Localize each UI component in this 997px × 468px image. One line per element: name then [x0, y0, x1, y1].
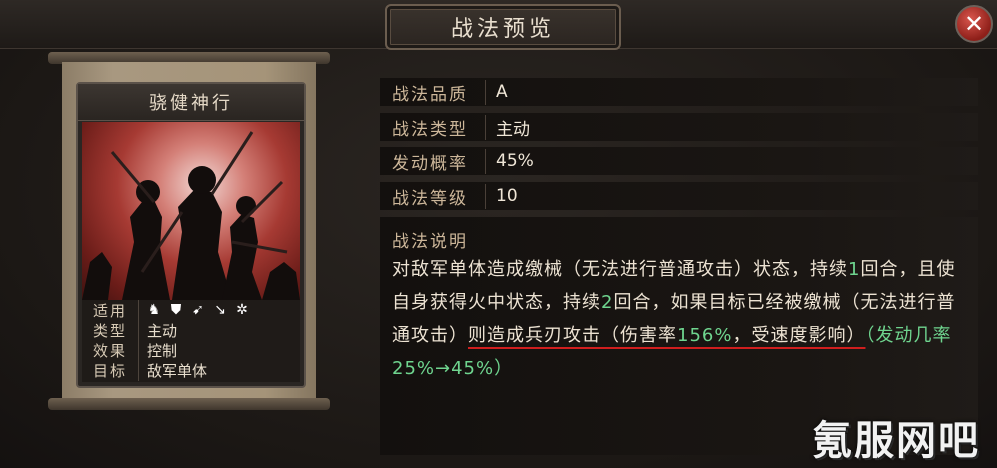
info-key: 效果 — [82, 339, 139, 361]
close-button[interactable]: ✕ — [955, 5, 993, 43]
desc-part4: 则造成兵刃攻击（伤害率 — [468, 325, 677, 346]
info-value: 主动 — [147, 321, 178, 340]
chariot-icon: ✲ — [236, 302, 248, 318]
shield-icon: ⛊ — [170, 302, 182, 318]
attr-row-type: 战法类型 主动 — [380, 113, 978, 141]
tactic-card-info: 适用 ♞ ⛊ ➹ ↘ ✲ 类型 主动 效果 控制 目标 敌军单体 — [82, 299, 300, 382]
attr-key: 战法品质 — [380, 79, 486, 105]
cavalry-icon: ♞ — [147, 302, 161, 318]
info-key: 类型 — [82, 319, 139, 341]
attr-value: 主动 — [496, 119, 530, 140]
tactic-card: 骁健神行 适用 ♞ ⛊ ➹ ↘ ✲ 类型 主动 效果 控制 目标 敌军单体 — [76, 82, 306, 388]
description-title: 战法说明 — [392, 232, 468, 252]
close-icon: ✕ — [963, 10, 985, 38]
spear-icon: ↘ — [214, 302, 226, 318]
watermark-logo: 氪服网吧 — [812, 418, 980, 464]
attr-key: 发动概率 — [380, 148, 486, 174]
desc-num2: 2 — [601, 292, 614, 313]
desc-num1: 1 — [848, 259, 861, 280]
unit-type-icons: ♞ ⛊ ➹ ↘ ✲ — [139, 301, 251, 319]
desc-part1: 对敌军单体造成缴械（无法进行普通攻击）状态，持续 — [392, 259, 848, 280]
dialog-title: 战法预览 — [385, 4, 621, 50]
description-text: 对敌军单体造成缴械（无法进行普通攻击）状态，持续1回合，且使自身获得火中状态，持… — [392, 253, 967, 385]
attr-value: A — [496, 82, 508, 102]
attr-row-probability: 发动概率 45% — [380, 147, 978, 175]
info-key: 目标 — [82, 359, 139, 381]
attr-row-quality: 战法品质 A — [380, 78, 978, 106]
warriors-silhouette-illustration — [82, 131, 300, 300]
info-row-target: 目标 敌军单体 — [82, 359, 300, 381]
info-value: 敌军单体 — [147, 361, 208, 380]
attr-row-level: 战法等级 10 — [380, 182, 978, 210]
info-value: 控制 — [147, 341, 178, 360]
game-dialog: 战法预览 ✕ 骁健神行 适用 ♞ ⛊ ➹ ↘ ✲ 类型 主动 效果 控制 目标 … — [0, 0, 997, 468]
tactic-card-art — [82, 122, 300, 300]
attr-key: 战法类型 — [380, 114, 486, 140]
bow-icon: ➹ — [192, 302, 204, 318]
info-row-effect: 效果 控制 — [82, 339, 300, 361]
info-row-type: 类型 主动 — [82, 319, 300, 341]
attr-key: 战法等级 — [380, 183, 486, 209]
scroll-rod-bottom — [48, 398, 330, 410]
info-row-applicable: 适用 ♞ ⛊ ➹ ↘ ✲ — [82, 299, 300, 321]
attr-value: 10 — [496, 186, 518, 206]
attr-value: 45% — [496, 151, 534, 171]
tactic-card-name: 骁健神行 — [78, 84, 304, 121]
desc-rate: 156% — [677, 325, 733, 346]
desc-part5: ，受速度影响） — [732, 325, 866, 346]
info-key: 适用 — [82, 299, 139, 321]
